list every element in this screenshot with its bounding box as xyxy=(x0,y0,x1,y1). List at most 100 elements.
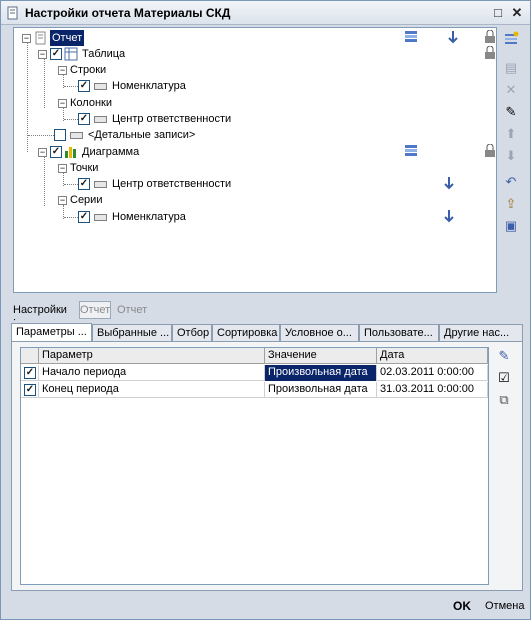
add-grouping-icon[interactable] xyxy=(501,31,521,49)
check-all-icon[interactable]: ☑ xyxy=(494,369,514,387)
field-icon xyxy=(94,214,107,221)
table-row[interactable]: ✓ Начало периода Произвольная дата 02.03… xyxy=(21,365,488,381)
field-icon xyxy=(70,132,83,139)
settings-tabs: Параметры ... Выбранные ... Отбор Сортир… xyxy=(11,323,523,343)
tree-node-label: Колонки xyxy=(70,97,112,109)
move-up-icon[interactable]: ⬆ xyxy=(501,125,521,143)
cancel-button[interactable]: Отмена xyxy=(485,600,524,612)
tree-node-series-field[interactable]: ✓ Номенклатура xyxy=(78,209,488,225)
field-checkbox[interactable]: ✓ xyxy=(78,80,90,92)
param-value[interactable]: Произвольная дата xyxy=(265,382,377,398)
field-icon xyxy=(94,116,107,123)
param-date[interactable]: 31.03.2011 0:00:00 xyxy=(377,382,488,398)
tab-content: Параметр Значение Дата ✓ Начало периода … xyxy=(11,341,523,591)
collapse-icon[interactable]: − xyxy=(58,66,67,75)
edit-icon[interactable]: ✎ xyxy=(501,103,521,121)
tree-node-details[interactable]: <Детальные записи> xyxy=(54,127,304,143)
collapse-icon[interactable]: − xyxy=(58,99,67,108)
settings-lock-icon[interactable] xyxy=(483,46,497,60)
order-down-icon[interactable] xyxy=(442,176,456,190)
collapse-icon[interactable]: − xyxy=(58,164,67,173)
tree-node-label: Строки xyxy=(70,64,107,76)
settings-lock-icon[interactable] xyxy=(483,144,497,158)
field-checkbox[interactable]: ✓ xyxy=(78,178,90,190)
tab-other-settings[interactable]: Другие нас... xyxy=(439,324,523,342)
close-button[interactable]: ✕ xyxy=(509,5,525,21)
tree-node-rows-field[interactable]: ✓ Номенклатура xyxy=(78,78,328,94)
tab-filter[interactable]: Отбор xyxy=(172,324,212,342)
field-checkbox[interactable]: ✓ xyxy=(78,113,90,125)
details-checkbox[interactable] xyxy=(54,129,66,141)
parameters-table[interactable]: Параметр Значение Дата ✓ Начало периода … xyxy=(20,347,489,585)
group-fields-icon[interactable] xyxy=(404,30,418,44)
move-down-icon[interactable]: ⬇ xyxy=(501,147,521,165)
set-value-icon[interactable]: ✎ xyxy=(494,347,514,365)
header-date[interactable]: Дата xyxy=(377,348,488,364)
open-icon[interactable]: ⇪ xyxy=(501,195,521,213)
tree-node-label: Отчет xyxy=(50,30,85,46)
tree-node-chart[interactable]: − ✓ Диаграмма xyxy=(34,144,495,160)
table-icon xyxy=(64,47,78,61)
order-down-icon[interactable] xyxy=(446,30,460,44)
tab-selected-fields[interactable]: Выбранные ... xyxy=(92,324,172,342)
field-checkbox[interactable]: ✓ xyxy=(78,211,90,223)
collapse-icon[interactable]: − xyxy=(58,196,67,205)
table-header: Параметр Значение Дата xyxy=(21,348,488,364)
row-checkbox[interactable]: ✓ xyxy=(24,367,36,379)
collapse-icon[interactable]: − xyxy=(38,50,47,59)
row-check-cell: ✓ xyxy=(21,382,39,398)
group-icon[interactable]: ▤ xyxy=(501,59,521,77)
document-icon xyxy=(7,6,18,20)
window-title: Настройки отчета Материалы СКД xyxy=(25,6,231,20)
tab-user[interactable]: Пользовате... xyxy=(359,324,439,342)
tree-node-label: <Детальные записи> xyxy=(88,129,196,141)
copy-icon[interactable]: ⧉ xyxy=(494,391,514,409)
tree-node-points-field[interactable]: ✓ Центр ответственности xyxy=(78,176,488,192)
param-name: Конец периода xyxy=(39,382,265,398)
row-checkbox[interactable]: ✓ xyxy=(24,384,36,396)
header-check xyxy=(21,348,39,364)
tree-node-label: Таблица xyxy=(82,48,126,60)
tree-connector xyxy=(28,135,56,136)
tree-node-columns[interactable]: − Колонки xyxy=(54,95,254,111)
structure-tree[interactable]: − Отчет − ✓ Таблица − Строки ✓ Номенклат… xyxy=(13,27,497,293)
restore-button[interactable]: □ xyxy=(490,5,506,21)
tab-parameters[interactable]: Параметры ... xyxy=(11,323,92,343)
tab-conditional[interactable]: Условное о... xyxy=(280,324,359,342)
tree-node-series[interactable]: − Серии xyxy=(54,192,254,208)
tree-node-points[interactable]: − Точки xyxy=(54,160,254,176)
tree-node-columns-field[interactable]: ✓ Центр ответственности xyxy=(78,111,328,127)
tree-node-report[interactable]: − Отчет xyxy=(18,30,495,46)
ok-button[interactable]: OK xyxy=(453,599,471,613)
header-parameter[interactable]: Параметр xyxy=(39,348,265,364)
order-down-icon[interactable] xyxy=(442,209,456,223)
tree-node-label: Центр ответственности xyxy=(112,178,232,190)
tree-node-label: Серии xyxy=(70,194,103,206)
param-date[interactable]: 02.03.2011 0:00:00 xyxy=(377,365,488,381)
delete-icon[interactable]: ✕ xyxy=(501,81,521,99)
param-name: Начало периода xyxy=(39,365,265,381)
header-value[interactable]: Значение xyxy=(265,348,377,364)
tree-node-table[interactable]: − ✓ Таблица xyxy=(34,46,495,62)
report-icon xyxy=(35,31,46,45)
settings-button[interactable]: Отчет xyxy=(79,301,111,319)
settings-lock-icon[interactable] xyxy=(483,30,497,44)
field-icon xyxy=(94,181,107,188)
title-bar: Настройки отчета Материалы СКД □ ✕ xyxy=(1,1,530,25)
param-value[interactable]: Произвольная дата xyxy=(265,365,377,381)
undo-icon[interactable]: ↶ xyxy=(501,173,521,191)
collapse-icon[interactable]: − xyxy=(22,34,31,43)
table-row[interactable]: ✓ Конец периода Произвольная дата 31.03.… xyxy=(21,382,488,398)
table-checkbox[interactable]: ✓ xyxy=(50,48,62,60)
tab-sort[interactable]: Сортировка xyxy=(212,324,280,342)
collapse-icon[interactable]: − xyxy=(38,148,47,157)
save-icon[interactable]: ▣ xyxy=(501,217,521,235)
tree-node-label: Номенклатура xyxy=(112,211,186,223)
group-fields-icon[interactable] xyxy=(404,144,418,158)
tree-node-label: Точки xyxy=(70,162,99,174)
chart-checkbox[interactable]: ✓ xyxy=(50,146,62,158)
settings-value: Отчет xyxy=(117,304,148,316)
row-check-cell: ✓ xyxy=(21,365,39,381)
tree-node-rows[interactable]: − Строки xyxy=(54,62,254,78)
tree-node-label: Центр ответственности xyxy=(112,113,232,125)
